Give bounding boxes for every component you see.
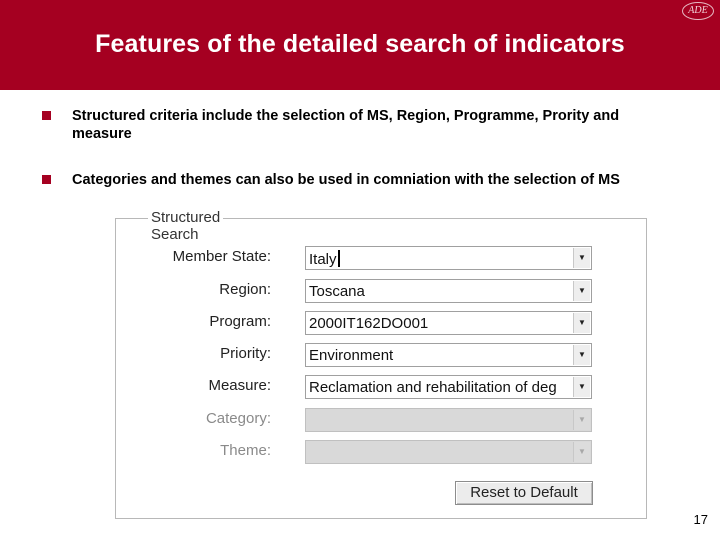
chevron-down-icon[interactable]: ▼ [573,377,590,397]
chevron-down-icon: ▼ [573,410,590,430]
measure-value: Reclamation and rehabilitation of deg [309,379,557,396]
member-state-value: Italy [309,250,569,268]
bullet-item: Categories and themes can also be used i… [42,171,682,189]
bullet-item: Structured criteria include the selectio… [42,107,682,143]
slide-header: Features of the detailed search of indic… [0,0,720,90]
member-state-label: Member State: [172,248,271,265]
chevron-down-icon[interactable]: ▼ [573,248,590,268]
ade-logo: ADE [682,2,714,20]
program-select[interactable]: 2000IT162DO001 ▼ [305,311,592,335]
priority-value: Environment [309,347,394,364]
bullet-text: Structured criteria include the selectio… [72,108,620,142]
chevron-down-icon[interactable]: ▼ [573,345,590,365]
priority-label: Priority: [220,345,271,362]
bullet-marker-icon [42,111,51,120]
chevron-down-icon: ▼ [573,442,590,462]
structured-search-legend: Structured Search [148,209,224,243]
chevron-down-icon[interactable]: ▼ [573,281,590,301]
theme-select: ▼ [305,440,592,464]
region-value: Toscana [309,283,365,300]
category-select: ▼ [305,408,592,432]
bullet-marker-icon [42,175,51,184]
category-label: Category: [205,410,271,427]
region-label: Region: [219,281,271,298]
bullet-text: Categories and themes can also be used i… [72,172,620,188]
measure-label: Measure: [208,377,271,394]
chevron-down-icon[interactable]: ▼ [573,313,590,333]
region-select[interactable]: Toscana ▼ [305,279,592,303]
member-state-select[interactable]: Italy ▼ [305,246,592,270]
program-value: 2000IT162DO001 [309,315,429,332]
theme-label: Theme: [220,442,271,459]
slide-title: Features of the detailed search of indic… [95,30,625,58]
program-label: Program: [209,313,271,330]
priority-select[interactable]: Environment ▼ [305,343,592,367]
text-caret [337,250,340,267]
measure-select[interactable]: Reclamation and rehabilitation of deg ▼ [305,375,592,399]
reset-to-default-button[interactable]: Reset to Default [455,481,593,505]
page-number: 17 [693,512,708,527]
